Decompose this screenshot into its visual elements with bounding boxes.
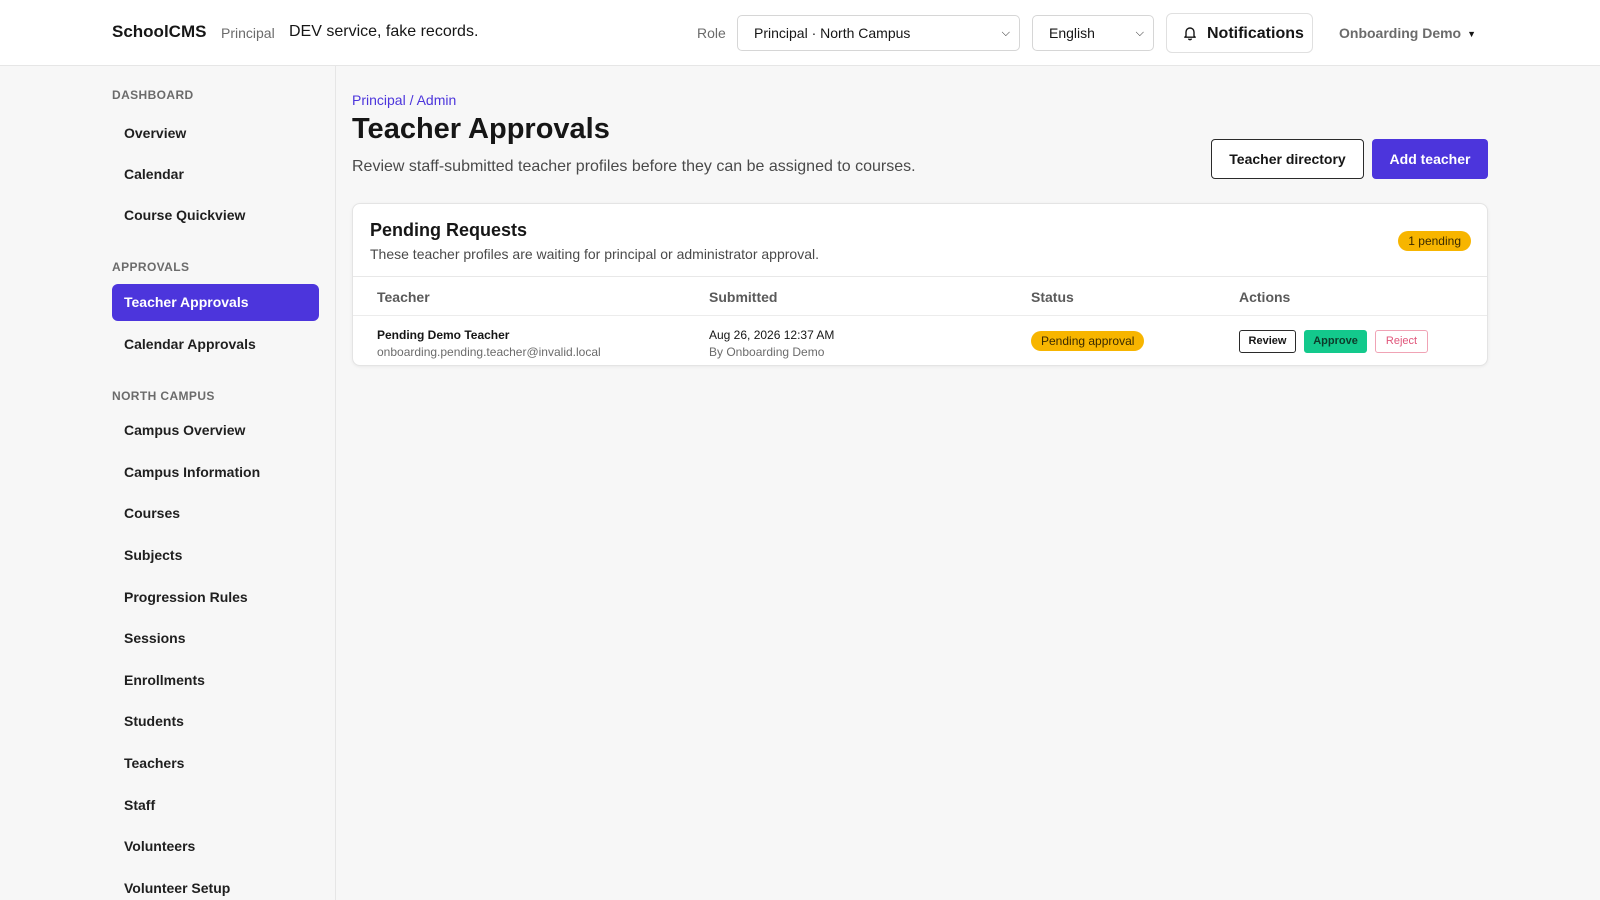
- brand-role-label: Principal: [221, 25, 275, 41]
- column-header-submitted: Submitted: [709, 289, 778, 305]
- sidebar-item-students[interactable]: Students: [112, 703, 319, 740]
- column-header-actions: Actions: [1239, 289, 1291, 305]
- sidebar-item-courses[interactable]: Courses: [112, 495, 319, 532]
- language-select[interactable]: English ⌵: [1032, 15, 1154, 51]
- card-title: Pending Requests: [370, 220, 528, 240]
- sidebar-item-calendar[interactable]: Calendar: [112, 156, 319, 193]
- sidebar-item-calendar-approvals[interactable]: Calendar Approvals: [112, 326, 319, 363]
- table-header: Teacher Submitted Status Actions: [353, 276, 1487, 316]
- sidebar-item-campus-overview[interactable]: Campus Overview: [112, 412, 319, 449]
- sidebar-item-subjects[interactable]: Subjects: [112, 537, 319, 574]
- breadcrumb[interactable]: Principal / Admin: [352, 92, 456, 108]
- column-header-teacher: Teacher: [377, 289, 430, 305]
- sidebar-item-teachers[interactable]: Teachers: [112, 745, 319, 782]
- sidebar-item-volunteer-setup[interactable]: Volunteer Setup: [112, 870, 319, 900]
- role-label: Role: [697, 25, 726, 41]
- pending-requests-card: Pending Requests These teacher profiles …: [352, 203, 1488, 366]
- card-subtitle: These teacher profiles are waiting for p…: [370, 246, 819, 262]
- role-select-value: Principal · North Campus: [754, 25, 911, 41]
- user-menu[interactable]: Onboarding Demo ▼: [1339, 25, 1476, 41]
- teacher-directory-button[interactable]: Teacher directory: [1211, 139, 1364, 179]
- bell-icon: [1184, 27, 1196, 41]
- sidebar-item-staff[interactable]: Staff: [112, 787, 319, 824]
- submitted-by: By Onboarding Demo: [709, 345, 825, 359]
- notifications-button[interactable]: Notifications: [1166, 13, 1313, 53]
- role-select[interactable]: Principal · North Campus ⌵: [737, 15, 1020, 51]
- environment-note: DEV service, fake records.: [289, 23, 479, 40]
- sidebar-item-enrollments[interactable]: Enrollments: [112, 662, 319, 699]
- sidebar-section-approvals: Approvals: [112, 260, 190, 274]
- page-subtitle: Review staff-submitted teacher profiles …: [352, 158, 916, 175]
- table-row: Pending Demo Teacher onboarding.pending.…: [353, 316, 1487, 365]
- teacher-email: onboarding.pending.teacher@invalid.local: [377, 345, 601, 359]
- reject-button[interactable]: Reject: [1375, 330, 1428, 353]
- sidebar: Dashboard Overview Calendar Course Quick…: [0, 66, 336, 900]
- sidebar-item-sessions[interactable]: Sessions: [112, 620, 319, 657]
- add-teacher-button[interactable]: Add teacher: [1372, 139, 1488, 179]
- chevron-down-icon: ⌵: [1135, 27, 1144, 39]
- top-bar: SchoolCMS Principal DEV service, fake re…: [0, 0, 1600, 66]
- chevron-down-icon: ⌵: [1001, 27, 1010, 39]
- sidebar-item-campus-information[interactable]: Campus Information: [112, 454, 319, 491]
- sidebar-section-north-campus: North Campus: [112, 389, 215, 403]
- sidebar-item-volunteers[interactable]: Volunteers: [112, 828, 319, 865]
- approve-button[interactable]: Approve: [1304, 330, 1367, 353]
- sidebar-item-progression-rules[interactable]: Progression Rules: [112, 579, 319, 616]
- caret-down-icon: ▼: [1467, 29, 1477, 39]
- sidebar-item-overview[interactable]: Overview: [112, 115, 319, 152]
- review-button[interactable]: Review: [1239, 330, 1296, 353]
- page-title: Teacher Approvals: [352, 113, 610, 145]
- app-brand[interactable]: SchoolCMS: [112, 22, 206, 42]
- user-name: Onboarding Demo: [1339, 25, 1462, 41]
- language-select-value: English: [1049, 25, 1095, 41]
- notifications-label: Notifications: [1207, 25, 1304, 42]
- sidebar-section-dashboard: Dashboard: [112, 88, 194, 102]
- status-badge: Pending approval: [1031, 331, 1145, 351]
- sidebar-item-teacher-approvals[interactable]: Teacher Approvals: [112, 284, 319, 321]
- sidebar-item-course-quickview[interactable]: Course Quickview: [112, 197, 319, 234]
- submitted-date: Aug 26, 2026 12:37 AM: [709, 328, 835, 342]
- pending-count-badge: 1 pending: [1398, 231, 1471, 251]
- teacher-name: Pending Demo Teacher: [377, 328, 510, 342]
- column-header-status: Status: [1031, 289, 1074, 305]
